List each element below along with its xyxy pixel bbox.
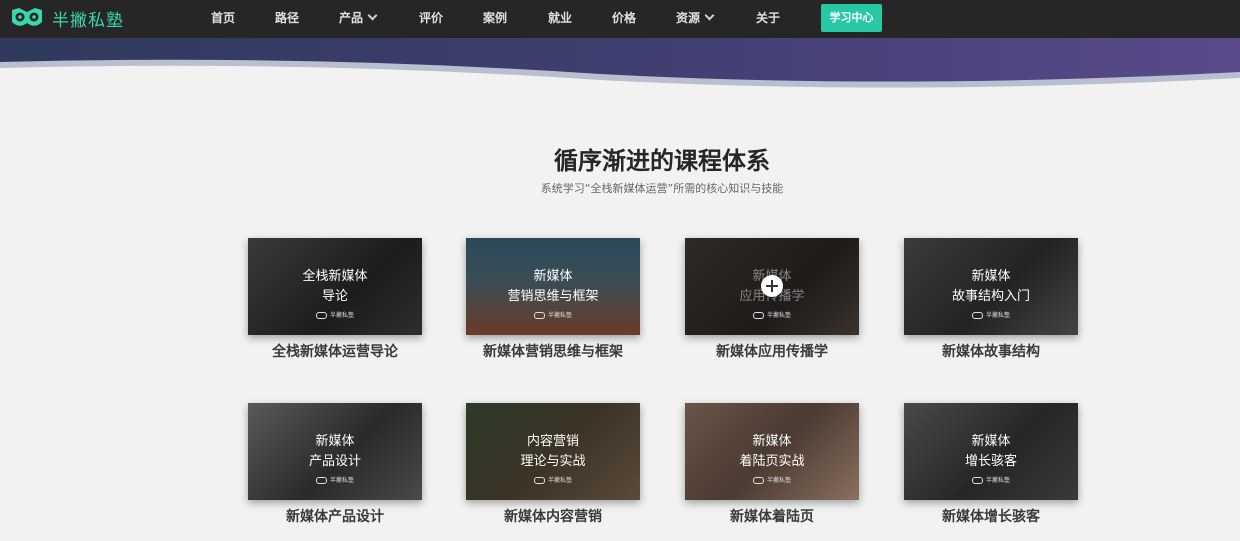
- course-card-growth-hacking[interactable]: 新媒体 增长骇客 半撇私塾 新媒体增长骇客: [904, 403, 1078, 525]
- thumb-title-line2: 导论: [321, 289, 348, 304]
- course-card-marketing-thinking[interactable]: 新媒体 营销思维与框架 半撇私塾 新媒体营销思维与框架: [466, 238, 640, 360]
- course-thumbnail[interactable]: 新媒体 产品设计 半撇私塾: [248, 403, 422, 500]
- thumb-title-line2: 理论与实战: [520, 454, 586, 469]
- thumb-title-line1: 新媒体: [971, 434, 1011, 449]
- owl-logo-icon: [971, 477, 983, 484]
- section-title: 循序渐进的课程体系: [554, 147, 770, 175]
- course-card-product-design[interactable]: 新媒体 产品设计 半撇私塾 新媒体产品设计: [248, 403, 422, 525]
- course-thumbnail[interactable]: 内容营销 理论与实战 半撇私塾: [466, 403, 640, 500]
- nav-item-home[interactable]: 首页: [211, 0, 235, 38]
- thumb-brand-text: 半撇私塾: [547, 312, 572, 319]
- owl-logo-icon: [752, 477, 764, 484]
- plus-icon[interactable]: [761, 275, 783, 297]
- thumb-title-line1: 全栈新媒体: [302, 269, 368, 284]
- thumb-title-line2: 产品设计: [308, 454, 361, 469]
- nav-item-resources[interactable]: 资源: [676, 0, 715, 38]
- thumb-brand-text: 半撇私塾: [766, 477, 791, 484]
- chevron-down-icon: [367, 10, 378, 21]
- thumb-title-line2: 营销思维与框架: [507, 289, 599, 304]
- nav-item-reviews[interactable]: 评价: [419, 0, 443, 38]
- owl-logo-icon: [533, 477, 545, 484]
- nav-label: 产品: [339, 11, 364, 25]
- thumb-title-line1: 内容营销: [526, 434, 579, 449]
- owl-logo-icon: [315, 477, 327, 484]
- brand-name: 半撇私塾: [52, 10, 124, 31]
- learning-center-button[interactable]: 学习中心: [821, 4, 882, 32]
- course-card-content-marketing[interactable]: 内容营销 理论与实战 半撇私塾 新媒体内容营销: [466, 403, 640, 525]
- course-caption[interactable]: 新媒体内容营销: [446, 506, 660, 526]
- nav-label: 首页: [211, 11, 236, 25]
- nav-label: 资源: [676, 11, 701, 25]
- course-thumbnail[interactable]: 新媒体 故事结构入门 半撇私塾: [904, 238, 1078, 335]
- thumb-brand-text: 半撇私塾: [985, 477, 1010, 484]
- course-card-landing-page[interactable]: 新媒体 着陆页实战 半撇私塾 新媒体着陆页: [685, 403, 859, 525]
- course-caption[interactable]: 新媒体营销思维与框架: [446, 341, 660, 361]
- course-thumbnail[interactable]: 新媒体 着陆页实战 半撇私塾: [685, 403, 859, 500]
- course-thumbnail[interactable]: 新媒体 营销思维与框架 半撇私塾: [466, 238, 640, 335]
- thumb-brand-text: 半撇私塾: [329, 312, 354, 319]
- thumb-brand-mark: 半撇私塾: [685, 310, 859, 319]
- course-caption[interactable]: 新媒体产品设计: [228, 506, 442, 526]
- nav-item-cases[interactable]: 案例: [483, 0, 507, 38]
- thumb-brand-mark: 半撇私塾: [685, 475, 859, 484]
- thumb-brand-text: 半撇私塾: [985, 312, 1010, 319]
- chevron-down-icon: [704, 10, 715, 21]
- thumb-brand-mark: 半撇私塾: [248, 310, 422, 319]
- brand-logo[interactable]: 半撇私塾: [10, 4, 124, 32]
- thumb-title-line2: 增长骇客: [964, 454, 1017, 469]
- nav-label: 评价: [419, 11, 444, 25]
- nav-label: 价格: [612, 11, 637, 25]
- nav-item-about[interactable]: 关于: [756, 0, 780, 38]
- section-subtitle: 系统学习“全栈新媒体运营”所需的核心知识与技能: [540, 182, 784, 195]
- owl-logo-icon: [752, 312, 764, 319]
- thumb-brand-mark: 半撇私塾: [904, 475, 1078, 484]
- nav-label: 路径: [275, 11, 300, 25]
- course-caption[interactable]: 新媒体增长骇客: [884, 506, 1098, 526]
- nav-label: 案例: [483, 11, 508, 25]
- thumb-title-line1: 新媒体: [533, 269, 573, 284]
- thumb-brand-mark: 半撇私塾: [466, 475, 640, 484]
- thumb-brand-text: 半撇私塾: [329, 477, 354, 484]
- nav-label: 就业: [548, 11, 573, 25]
- nav-item-path[interactable]: 路径: [275, 0, 299, 38]
- nav-label: 关于: [756, 11, 781, 25]
- course-caption[interactable]: 新媒体故事结构: [884, 341, 1098, 361]
- owl-logo-icon: [971, 312, 983, 319]
- thumb-title-line1: 新媒体: [315, 434, 355, 449]
- thumb-title-line1: 新媒体: [971, 269, 1011, 284]
- thumb-title-line1: 新媒体: [752, 434, 792, 449]
- thumb-brand-mark: 半撇私塾: [466, 310, 640, 319]
- thumb-brand-mark: 半撇私塾: [248, 475, 422, 484]
- nav-item-products[interactable]: 产品: [339, 0, 378, 38]
- thumb-brand-text: 半撇私塾: [766, 312, 791, 319]
- course-thumbnail[interactable]: 新媒体 增长骇客 半撇私塾: [904, 403, 1078, 500]
- thumb-brand-text: 半撇私塾: [547, 477, 572, 484]
- course-card-communication[interactable]: 新媒体 应用传播学 半撇私塾 新媒体应用传播学: [685, 238, 859, 360]
- course-caption[interactable]: 全栈新媒体运营导论: [228, 341, 442, 361]
- nav-item-pricing[interactable]: 价格: [612, 0, 636, 38]
- owl-logo-icon: [315, 312, 327, 319]
- thumb-title-line2: 着陆页实战: [739, 454, 805, 469]
- hero-wave-banner: [0, 38, 1240, 94]
- course-caption[interactable]: 新媒体着陆页: [665, 506, 879, 526]
- thumb-brand-mark: 半撇私塾: [904, 310, 1078, 319]
- course-card-story-structure[interactable]: 新媒体 故事结构入门 半撇私塾 新媒体故事结构: [904, 238, 1078, 360]
- owl-logo-icon: [12, 8, 42, 26]
- course-thumbnail[interactable]: 全栈新媒体 导论 半撇私塾: [248, 238, 422, 335]
- course-caption[interactable]: 新媒体应用传播学: [665, 341, 879, 361]
- owl-logo-icon: [533, 312, 545, 319]
- nav-item-jobs[interactable]: 就业: [548, 0, 572, 38]
- course-card-intro[interactable]: 全栈新媒体 导论 半撇私塾 全栈新媒体运营导论: [248, 238, 422, 360]
- top-nav: 半撇私塾 首页 路径 产品 评价 案例 就业 价格 资源 关于 学习中心: [0, 0, 1240, 38]
- course-thumbnail[interactable]: 新媒体 应用传播学 半撇私塾: [685, 238, 859, 335]
- thumb-title-line2: 故事结构入门: [951, 289, 1030, 304]
